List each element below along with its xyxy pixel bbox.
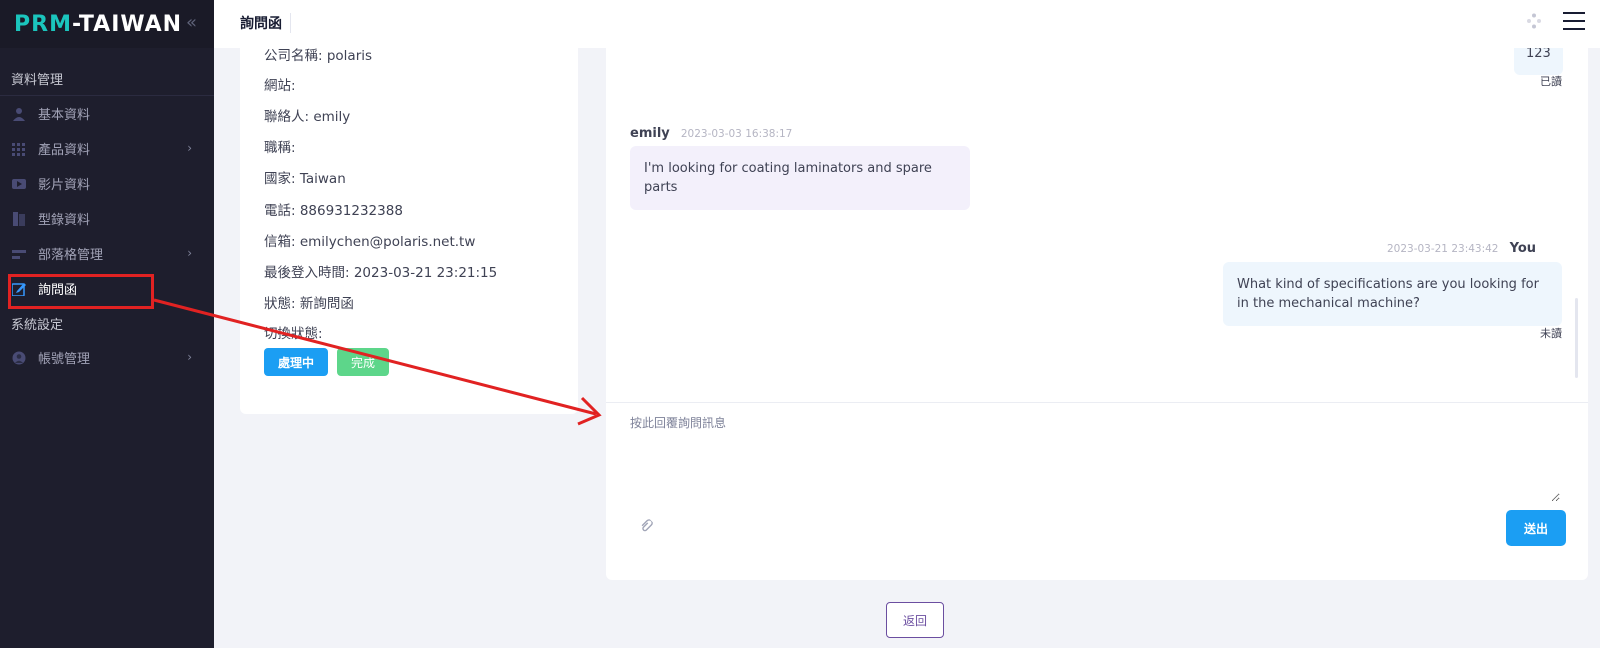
sidebar-item-label: 影片資料 (38, 178, 91, 193)
blog-icon (12, 249, 26, 259)
job-title: 職稱: (264, 140, 296, 156)
website: 網站: (264, 78, 296, 94)
message-time: 2023-03-21 23:43:42 (1386, 243, 1499, 255)
read-status: 已讀 (1540, 75, 1562, 88)
video-icon (12, 178, 26, 189)
message-text: What kind of specifications are you look… (1237, 277, 1539, 311)
message-text: 123 (1526, 48, 1551, 61)
sidebar: PRM-TAIWAN « 資料管理 基本資料 產品資料 › 影片資料 型錄資料 … (0, 0, 214, 648)
chat-card: 123 已讀 emily 2023-03-03 16:38:17 I'm loo… (606, 48, 1588, 580)
sidebar-item-label: 基本資料 (38, 108, 91, 123)
brand: PRM-TAIWAN « (0, 0, 214, 48)
sidebar-item-label: 帳號管理 (38, 352, 91, 367)
email: 信箱: emilychen@polaris.net.tw (264, 234, 476, 250)
brand-logo-part1: PRM (14, 11, 72, 37)
message-list[interactable]: 123 已讀 emily 2023-03-03 16:38:17 I'm loo… (606, 48, 1588, 402)
sidebar-item-label: 部落格管理 (38, 248, 104, 263)
sender-name: You (1509, 241, 1536, 256)
grid-icon (12, 142, 25, 156)
sidebar-collapse-icon[interactable]: « (186, 12, 197, 33)
chevron-right-icon: › (187, 246, 192, 260)
brand-logo[interactable]: PRM-TAIWAN (14, 12, 182, 37)
section-title-data: 資料管理 (0, 62, 214, 96)
page-title: 詢問函 (240, 13, 291, 33)
message-bubble-outgoing: 123 (1514, 48, 1563, 75)
book-icon (13, 211, 25, 226)
back-button[interactable]: 返回 (886, 602, 944, 638)
status: 狀態: 新詢問函 (264, 296, 354, 312)
send-button[interactable]: 送出 (1506, 510, 1566, 546)
inquiry-info-card: 公司名稱: polaris 網站: 聯絡人: emily 職稱: 國家: Tai… (240, 48, 578, 414)
paperclip-icon[interactable] (635, 517, 657, 539)
account-icon (12, 351, 26, 364)
header: 詢問函 (214, 0, 1600, 48)
message-time: 2023-03-03 16:38:17 (680, 128, 793, 140)
phone: 電話: 886931232388 (264, 203, 403, 219)
message-bubble-incoming: I'm looking for coating laminators and s… (630, 146, 970, 210)
brand-logo-part2: -TAIWAN (71, 11, 183, 37)
contact-person: 聯絡人: emily (264, 109, 351, 125)
company-name: 公司名稱: polaris (264, 48, 373, 64)
read-status: 未讀 (1540, 327, 1562, 340)
section-title-system: 系統設定 (11, 317, 64, 333)
done-button[interactable]: 完成 (337, 348, 389, 376)
message-meta: emily 2023-03-03 16:38:17 (630, 122, 792, 141)
menu-icon[interactable] (1563, 12, 1585, 32)
sidebar-item-catalogs[interactable]: 型錄資料 (0, 201, 214, 236)
sidebar-item-blog[interactable]: 部落格管理 › (0, 236, 214, 271)
country: 國家: Taiwan (264, 171, 346, 187)
user-icon (13, 107, 25, 121)
annotation-highlight-box (8, 274, 154, 309)
apps-icon[interactable] (1526, 13, 1542, 33)
chevron-right-icon: › (187, 350, 192, 364)
message-text: I'm looking for coating laminators and s… (644, 161, 932, 195)
message-meta: 2023-03-21 23:43:42 You (1387, 237, 1536, 256)
sidebar-item-label: 產品資料 (38, 143, 91, 158)
switch-status-label: 切換狀態: (264, 326, 323, 342)
sidebar-item-basic-info[interactable]: 基本資料 (0, 96, 214, 131)
processing-button[interactable]: 處理中 (264, 348, 328, 376)
sender-name: emily (630, 126, 670, 141)
scrollbar[interactable] (1575, 298, 1578, 378)
sidebar-item-accounts[interactable]: 帳號管理 › (0, 340, 214, 375)
sidebar-item-products[interactable]: 產品資料 › (0, 131, 214, 166)
reply-input[interactable] (630, 414, 1560, 502)
sidebar-item-label: 型錄資料 (38, 213, 91, 228)
message-bubble-outgoing: What kind of specifications are you look… (1223, 262, 1562, 326)
divider (606, 402, 1588, 403)
sidebar-item-videos[interactable]: 影片資料 (0, 166, 214, 201)
chevron-right-icon: › (187, 141, 192, 155)
last-login: 最後登入時間: 2023-03-21 23:21:15 (264, 265, 498, 281)
